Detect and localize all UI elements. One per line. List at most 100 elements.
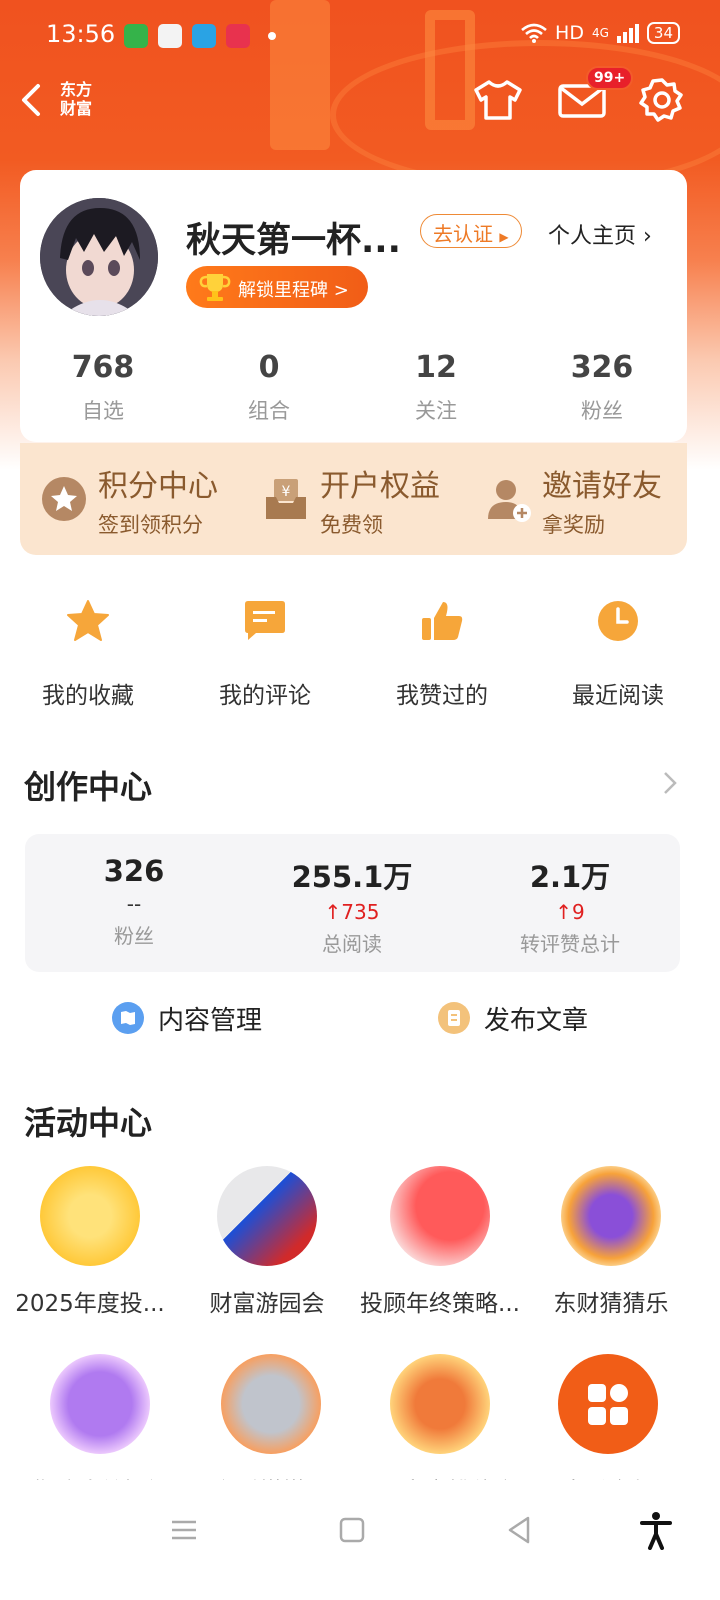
map-book-icon <box>112 1002 144 1034</box>
bull-mascot-icon <box>390 1354 490 1454</box>
perk-title: 开户权益 <box>320 469 440 504</box>
brand-line: 东方 <box>60 80 93 99</box>
milestone-button[interactable]: 解锁里程碑 > <box>186 266 368 308</box>
quick-label: 我的评论 <box>219 683 311 709</box>
back-icon[interactable] <box>14 78 54 122</box>
activity-center-title: 活动中心 <box>24 1104 153 1142</box>
phone-prize-icon <box>217 1166 317 1266</box>
music-app-icon <box>226 24 250 48</box>
chevron-right-icon: › <box>643 224 652 249</box>
stat-value: 326 <box>570 350 634 385</box>
stat-label: 关注 <box>415 399 457 423</box>
network-indicator: 4G <box>591 26 609 40</box>
quick-comments[interactable]: 我的评论 <box>195 598 335 710</box>
username[interactable]: 秋天第一杯... <box>186 212 401 263</box>
avatar-image <box>40 198 158 316</box>
quick-recent[interactable]: 最近阅读 <box>548 598 688 710</box>
calendar-2025-icon <box>40 1166 140 1266</box>
message-badge: 99+ <box>586 66 634 90</box>
creator-stat-delta: ↑9 <box>555 900 585 924</box>
verify-button[interactable]: 去认证 ▶ <box>420 214 522 248</box>
play-triangle-icon: ▶ <box>499 230 509 244</box>
star-icon <box>67 600 109 641</box>
hd-indicator: HD <box>555 22 584 44</box>
activity-label: 财富游园会 <box>209 1291 325 1317</box>
home-square-icon[interactable] <box>332 1510 372 1550</box>
perk-title: 积分中心 <box>98 469 218 504</box>
system-navigation-bar <box>0 1480 720 1600</box>
more-notifications-dot <box>268 32 276 40</box>
status-bar: 13:56 HD 4G 34 <box>0 0 720 70</box>
activity-label: 东财猜猜乐 <box>553 1291 669 1317</box>
status-time: 13:56 <box>46 20 116 48</box>
quick-liked[interactable]: 我赞过的 <box>372 598 512 710</box>
avatar[interactable] <box>40 198 158 316</box>
stat-label: 自选 <box>82 399 124 423</box>
telegram-icon <box>192 24 216 48</box>
creator-stat-followers[interactable]: 326 -- 粉丝 <box>34 854 234 949</box>
creator-stat-reads[interactable]: 255.1万 ↑735 总阅读 <box>252 854 452 957</box>
accessibility-icon[interactable] <box>636 1510 676 1550</box>
battery-indicator: 34 <box>646 22 680 44</box>
creator-stat-value: 2.1万 <box>529 860 611 894</box>
skin-shirt-icon[interactable] <box>472 76 524 124</box>
settings-gear-icon[interactable] <box>636 76 688 124</box>
menu-icon[interactable] <box>164 1510 204 1550</box>
document-icon <box>438 1002 470 1034</box>
perk-title: 邀请好友 <box>542 469 662 504</box>
perks-strip: 积分中心 签到领积分 ¥ 开户权益 免费领 邀请好友 拿奖励 <box>20 443 687 555</box>
earbuds-prize-icon <box>221 1354 321 1454</box>
wifi-icon <box>521 23 547 43</box>
brand-line: 财富 <box>60 99 93 118</box>
activity-label: 2025年度投... <box>15 1291 165 1317</box>
verify-label: 去认证 <box>433 222 493 246</box>
creator-center-title: 创作中心 <box>24 768 153 806</box>
creator-stat-label: 总阅读 <box>322 932 382 956</box>
quick-favorites[interactable]: 我的收藏 <box>18 598 158 710</box>
content-manage-button[interactable]: 内容管理 <box>112 998 262 1038</box>
activity-item[interactable]: 2025年度投... <box>0 1166 180 1318</box>
stat-portfolio[interactable]: 0 组合 <box>209 350 329 425</box>
notification-app-icon <box>124 24 148 48</box>
creator-stat-value: 255.1万 <box>291 860 413 894</box>
add-user-icon <box>488 480 531 522</box>
puzzle-piece-icon <box>50 1354 150 1454</box>
stat-value: 768 <box>71 350 135 385</box>
money-box-icon: ¥ <box>266 479 306 519</box>
guess-game-icon <box>561 1166 661 1266</box>
creator-stat-delta: ↑735 <box>324 900 380 924</box>
creator-stat-label: 粉丝 <box>114 924 154 948</box>
stat-followers[interactable]: 326 粉丝 <box>542 350 662 425</box>
trophy-icon <box>199 274 231 301</box>
perk-subtitle: 拿奖励 <box>542 513 605 537</box>
stat-watchlist[interactable]: 768 自选 <box>43 350 163 425</box>
quick-label: 我的收藏 <box>42 683 134 709</box>
milestone-label: 解锁里程碑 > <box>238 280 349 301</box>
chevron-right-icon[interactable] <box>660 768 680 798</box>
content-manage-label: 内容管理 <box>158 1005 263 1036</box>
creator-stat-delta: -- <box>126 892 142 916</box>
creator-stats-panel: 326 -- 粉丝 255.1万 ↑735 总阅读 2.1万 ↑9 转评赞总计 <box>25 834 680 972</box>
creator-stat-value: 326 <box>103 854 165 888</box>
stat-label: 组合 <box>248 399 290 423</box>
homepage-label: 个人主页 <box>548 224 637 249</box>
red-envelope-icon <box>390 1166 490 1266</box>
publish-article-button[interactable]: 发布文章 <box>438 998 588 1038</box>
activity-item[interactable]: 财富游园会 <box>177 1166 357 1318</box>
view-all-grid-icon <box>558 1354 658 1454</box>
stat-value: 12 <box>415 350 457 385</box>
creator-stat-label: 转评赞总计 <box>520 932 620 956</box>
star-coin-icon <box>42 477 86 521</box>
quick-label: 最近阅读 <box>572 683 664 709</box>
activity-item[interactable]: 东财猜猜乐 <box>521 1166 701 1318</box>
stat-following[interactable]: 12 关注 <box>376 350 496 425</box>
back-triangle-icon[interactable] <box>500 1510 540 1550</box>
signal-icon <box>616 24 639 43</box>
activity-item[interactable]: 投顾年终策略... <box>350 1166 530 1318</box>
svg-text:¥: ¥ <box>282 484 291 500</box>
system-indicators: HD 4G 34 <box>521 22 680 44</box>
perk-subtitle: 签到领积分 <box>98 513 203 537</box>
creator-stat-engagement[interactable]: 2.1万 ↑9 转评赞总计 <box>470 854 670 957</box>
homepage-link[interactable]: 个人主页 › <box>548 218 652 250</box>
brand-logo: 东方 财富 <box>60 80 100 118</box>
